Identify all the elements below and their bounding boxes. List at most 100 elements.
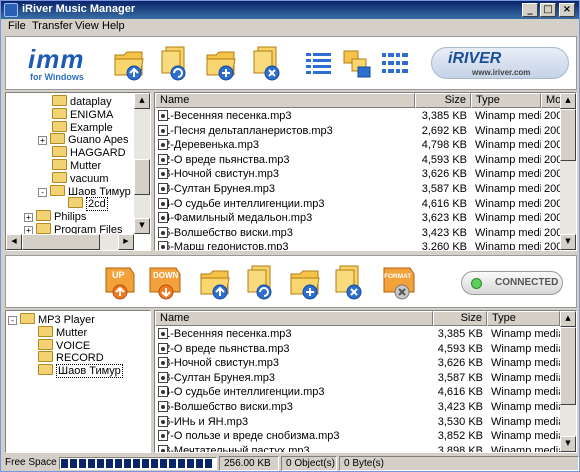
column-header-name[interactable]: Name: [155, 93, 415, 108]
device-folder-tree[interactable]: - MP3 Player Mutter VOICE RECORD Шаов Тимур: [5, 310, 151, 453]
tree-item-label: RECORD: [56, 352, 104, 365]
device-upload-folder-icon[interactable]: [198, 262, 232, 302]
list-item[interactable]: 06-ИНь и ЯН.mp3 3,530 KB Winamp media file: [155, 415, 561, 430]
collapse-icon[interactable]: -: [8, 316, 17, 325]
file-name: 05-Марш гедонистов.mp3: [158, 241, 413, 250]
file-name-text: 05-Волшебство виски.mp3: [158, 401, 293, 413]
menu-help[interactable]: Help: [102, 20, 125, 32]
tile-view-icon[interactable]: [340, 45, 374, 85]
audio-file-icon: [158, 212, 168, 224]
audio-file-icon: [158, 153, 168, 165]
add-folder-icon[interactable]: [204, 43, 238, 83]
list-item[interactable]: 05-Волшебство виски.mp3 3,423 KB Winamp me…: [155, 401, 561, 415]
pc-file-list[interactable]: Name Size Type Modified Day 01-Весенняя …: [154, 92, 577, 251]
format-device-icon[interactable]: FORMAT: [380, 262, 420, 302]
scroll-down-icon[interactable]: ▼: [134, 218, 150, 234]
list-item[interactable]: 04-О судьбе интеллигенции.mp3 4,616 KB Win…: [155, 197, 576, 212]
column-header-type[interactable]: Type: [471, 93, 541, 108]
list-item[interactable]: 03-Султан Брунея.mp3 3,587 KB Winamp media…: [155, 371, 561, 386]
file-name: 01-Весенняя песенка.mp3: [158, 328, 430, 340]
list-item[interactable]: 03-Ночной свистун.mp3 3,626 KB Winamp medi…: [155, 168, 576, 182]
device-sync-icon[interactable]: [244, 262, 278, 302]
folder-icon: [52, 95, 67, 106]
scroll-down-icon[interactable]: ▼: [560, 234, 576, 250]
column-header-name[interactable]: Name: [155, 311, 433, 326]
file-name-text: 01-Весенняя песенка.mp3: [158, 110, 292, 122]
pc-tree-vscrollbar[interactable]: ▲ ▼: [134, 93, 150, 234]
svg-text:UP: UP: [112, 270, 125, 280]
file-name-text: 01-Весенняя песенка.mp3: [158, 328, 292, 340]
file-name: 02-Деревенька.mp3: [158, 139, 413, 151]
tree-item-label: Mutter: [56, 326, 88, 339]
file-name-text: 01-Песня дельтапланеристов.mp3: [158, 124, 333, 137]
expand-icon[interactable]: +: [24, 213, 33, 223]
device-file-list[interactable]: Name Size Type 01-Весенняя песенка.mp3 3,…: [154, 310, 577, 453]
tree-item[interactable]: Шаов Тимур: [38, 364, 123, 379]
column-header-size[interactable]: Size: [415, 93, 471, 108]
column-header-type[interactable]: Type: [487, 311, 560, 326]
file-type: Winamp medi...: [475, 168, 541, 181]
detail-view-icon[interactable]: [302, 45, 336, 85]
scroll-thumb[interactable]: [22, 234, 100, 250]
file-size: 3,587 KB: [421, 183, 467, 195]
svg-text:FORMAT: FORMAT: [384, 273, 411, 280]
sync-folder-icon[interactable]: [158, 43, 192, 83]
list-item[interactable]: 04-Фамильный медальон.mp3 3,623 KB Winamp …: [155, 212, 576, 226]
device-add-folder-icon[interactable]: [288, 262, 322, 302]
file-type: Winamp media file: [491, 371, 561, 384]
scroll-down-icon[interactable]: ▼: [560, 436, 576, 452]
maximize-button[interactable]: □: [540, 3, 556, 17]
audio-file-icon: [158, 386, 168, 398]
folder-icon: [36, 210, 51, 222]
scroll-thumb[interactable]: [560, 327, 576, 405]
list-item[interactable]: 07-О пользе и вреде снобизма.mp3 3,852 KB…: [155, 430, 561, 444]
scroll-up-icon[interactable]: ▲: [560, 93, 576, 109]
upload-folder-icon[interactable]: [112, 43, 146, 83]
columns-view-icon[interactable]: [378, 45, 412, 85]
file-size: 3,530 KB: [437, 415, 483, 428]
list-item[interactable]: 05-Марш гедонистов.mp3 3,260 KB Winamp med…: [155, 241, 576, 250]
title-bar[interactable]: iRiver Music Manager _ □ ×: [1, 1, 579, 19]
list-item[interactable]: 02-О вреде пьянства.mp3 4,593 KB Winamp me…: [155, 342, 561, 357]
menu-file[interactable]: File: [8, 20, 26, 32]
folder-icon: [52, 159, 67, 170]
list-item[interactable]: 01-Песня дельтапланеристов.mp3 2,692 KB Wi…: [155, 124, 576, 139]
scroll-right-icon[interactable]: ▶: [118, 234, 134, 250]
pc-list-vscrollbar[interactable]: ▲ ▼: [560, 93, 576, 250]
file-type: Winamp media file: [491, 415, 561, 428]
scroll-up-icon[interactable]: ▲: [134, 93, 150, 109]
device-list-vscrollbar[interactable]: ▲ ▼: [560, 311, 576, 452]
download-from-device-icon[interactable]: DOWN: [146, 262, 186, 302]
scroll-left-icon[interactable]: ◀: [6, 234, 22, 250]
scroll-thumb[interactable]: [134, 159, 150, 195]
upload-to-device-icon[interactable]: UP: [102, 262, 138, 302]
minimize-button[interactable]: _: [522, 3, 538, 17]
audio-file-icon: [158, 430, 168, 442]
menu-transfer[interactable]: Transfer: [32, 20, 73, 32]
device-delete-icon[interactable]: [332, 262, 366, 302]
column-header-size[interactable]: Size: [433, 311, 487, 326]
list-item[interactable]: 01-Весенняя песенка.mp3 3,385 KB Winamp me…: [155, 328, 561, 342]
scroll-up-icon[interactable]: ▲: [560, 311, 576, 327]
tree-item-label: vacuum: [70, 172, 109, 185]
list-item[interactable]: 02-О вреде пьянства.mp3 4,593 KB Winamp me…: [155, 153, 576, 168]
audio-file-icon: [158, 401, 168, 412]
remove-folder-icon[interactable]: [250, 43, 284, 83]
file-name-text: 02-О вреде пьянства.mp3: [158, 153, 290, 166]
audio-file-icon: [158, 241, 168, 250]
list-item[interactable]: 01-Весенняя песенка.mp3 3,385 KB Winamp me…: [155, 110, 576, 124]
list-item[interactable]: 02-Деревенька.mp34,798 KBWinamp medi...2…: [155, 139, 576, 153]
close-button[interactable]: ×: [559, 3, 575, 17]
list-item[interactable]: 03-Султан Брунея.mp3 3,587 KB Winamp medi.…: [155, 183, 576, 197]
expand-icon[interactable]: +: [38, 136, 47, 146]
collapse-icon[interactable]: -: [38, 187, 47, 197]
scroll-thumb[interactable]: [560, 109, 576, 161]
list-item[interactable]: 03-Ночной свистун.mp3 3,626 KB Winamp medi…: [155, 357, 561, 371]
pc-folder-tree[interactable]: dataplay ENIGMA Example + Guano Apes HAGGARD M…: [5, 92, 151, 251]
pc-tree-hscrollbar[interactable]: ◀ ▶: [6, 234, 134, 250]
menu-view[interactable]: View: [75, 20, 99, 32]
file-type: Winamp medi...: [475, 139, 541, 152]
list-item[interactable]: 08-Мечтательный пастух.mp3 3,898 KB Winamp…: [155, 444, 561, 452]
list-item[interactable]: 04-О судьбе интеллигенции.mp3 4,616 KB Win…: [155, 386, 561, 400]
list-item[interactable]: 05-Волшебство виски.mp3 3,423 KB Winamp me…: [155, 226, 576, 241]
